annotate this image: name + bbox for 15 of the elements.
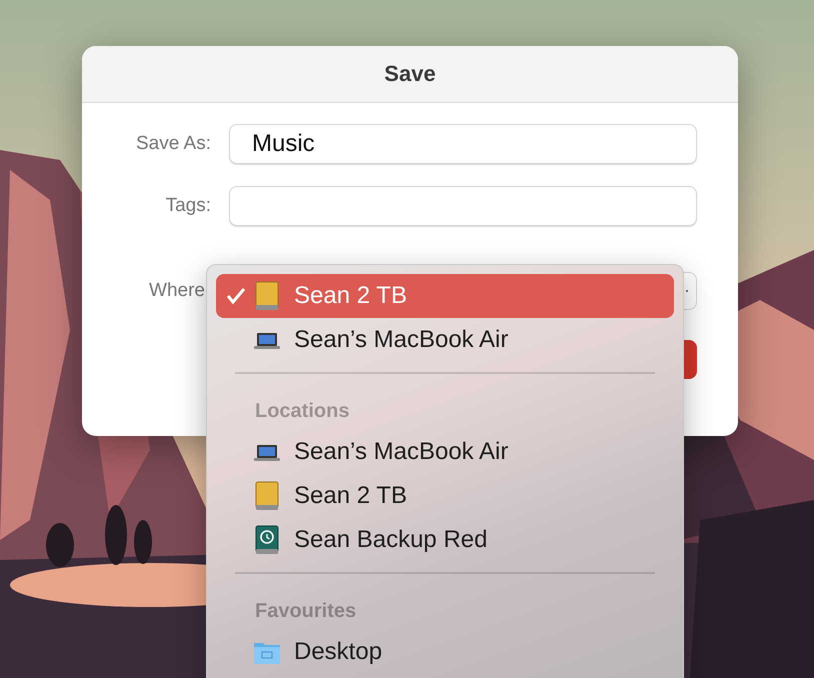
section-header: Locations [254,398,350,424]
section-header: Favourites [254,598,358,624]
tags-field[interactable] [229,186,697,226]
window-title: Save [384,61,436,87]
menu-item[interactable]: Sean’s MacBook Air [216,318,674,362]
field-label: Where [149,280,206,302]
field-label: Tags: [166,195,211,217]
field-label: Save As: [136,133,211,155]
menu-item[interactable]: Sean 2 TB [216,474,674,518]
menu-item[interactable]: Sean 2 TB [216,274,674,318]
menu-item[interactable]: Sean Backup Red [216,518,674,562]
checkmark-icon [226,287,246,305]
filename-field[interactable]: Music [229,124,697,164]
menu-item[interactable]: Desktop [216,630,674,674]
menu-item[interactable]: Sean’s MacBook Air [216,430,674,474]
